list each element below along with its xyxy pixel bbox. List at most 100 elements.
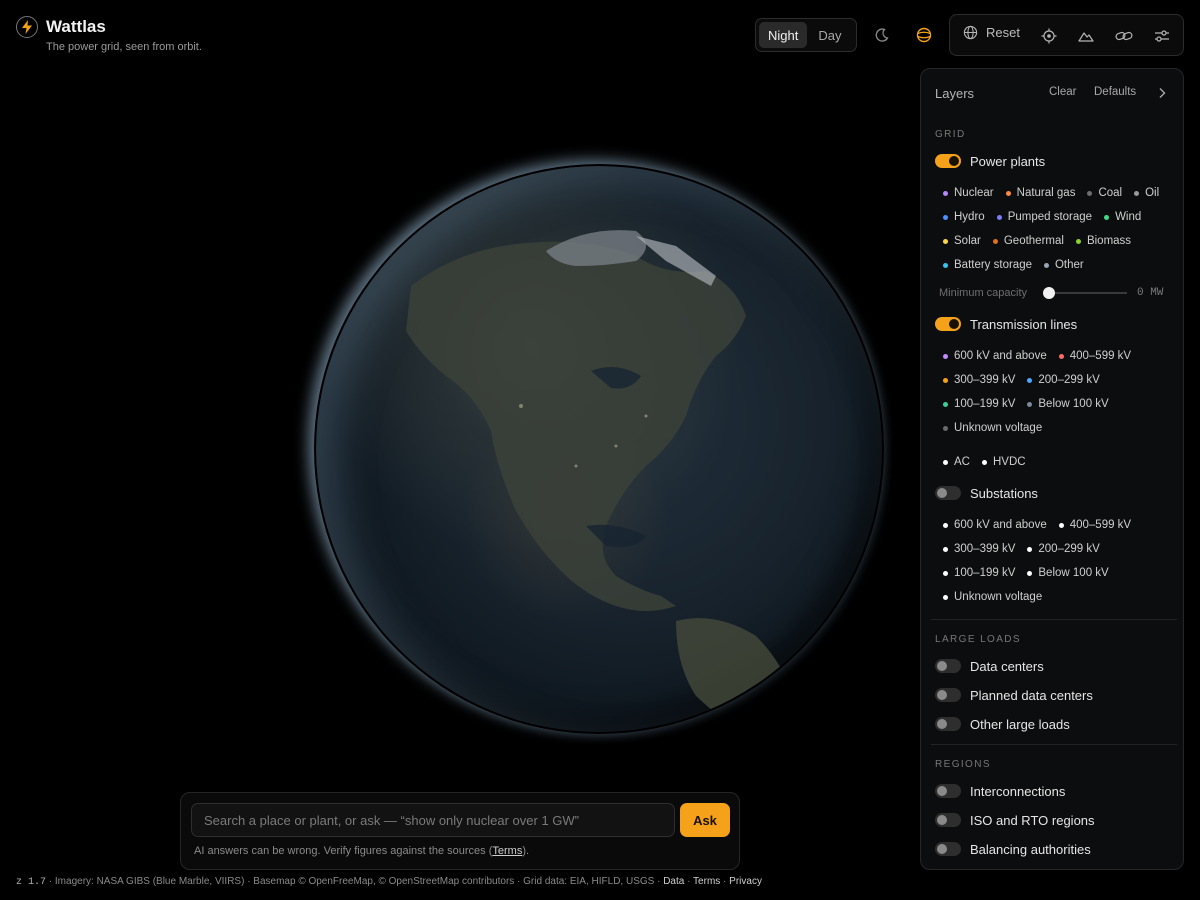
line-voltage-unknown-voltage[interactable]: Unknown voltage bbox=[943, 416, 1042, 440]
switch[interactable] bbox=[935, 317, 961, 331]
legend-dot bbox=[943, 522, 948, 528]
toggle-planned-data-centers[interactable]: Planned data centers bbox=[935, 686, 1173, 704]
link-icon[interactable] bbox=[1113, 25, 1135, 47]
switch[interactable] bbox=[935, 842, 961, 856]
locate-icon[interactable] bbox=[1038, 25, 1060, 47]
large-loads-list: Data centers Planned data centers Other la… bbox=[935, 657, 1173, 733]
min-capacity-slider[interactable] bbox=[1043, 287, 1127, 299]
reset-button[interactable]: Reset bbox=[963, 25, 1020, 40]
defaults-button[interactable]: Defaults bbox=[1094, 86, 1136, 98]
transmission-type-legend: AC HVDC bbox=[935, 450, 1173, 474]
plant-type-solar[interactable]: Solar bbox=[943, 229, 981, 253]
plant-type-natural-gas[interactable]: Natural gas bbox=[1005, 181, 1075, 205]
toggle-label: ISO and RTO regions bbox=[970, 812, 1095, 828]
slider-thumb[interactable] bbox=[1043, 287, 1055, 299]
substation-voltage-400-599-kv[interactable]: 400–599 kV bbox=[1058, 513, 1132, 537]
legend-dot bbox=[943, 401, 948, 407]
chevron-right-icon[interactable] bbox=[1153, 84, 1171, 102]
legend-label: 200–299 kV bbox=[1038, 543, 1100, 555]
toggle-power-plants[interactable]: Power plants bbox=[935, 152, 1173, 170]
legend-dot bbox=[992, 238, 998, 244]
ask-button[interactable]: Ask bbox=[680, 803, 730, 837]
switch[interactable] bbox=[935, 659, 961, 673]
legend-label: Coal bbox=[1098, 187, 1123, 199]
legend-label: 400–599 kV bbox=[1069, 519, 1132, 531]
plant-type-biomass[interactable]: Biomass bbox=[1075, 229, 1132, 253]
switch[interactable] bbox=[935, 784, 961, 798]
plant-type-other[interactable]: Other bbox=[1043, 253, 1084, 277]
legend-label: Wind bbox=[1115, 211, 1142, 223]
plant-type-battery-storage[interactable]: Battery storage bbox=[943, 253, 1032, 277]
substation-voltage-unknown-voltage[interactable]: Unknown voltage bbox=[943, 585, 1042, 609]
toggle-data-centers[interactable]: Data centers bbox=[935, 657, 1173, 675]
switch[interactable] bbox=[935, 813, 961, 827]
search-input[interactable] bbox=[191, 803, 675, 837]
switch[interactable] bbox=[935, 717, 961, 731]
plant-type-hydro[interactable]: Hydro bbox=[943, 205, 985, 229]
globe-map[interactable] bbox=[316, 166, 882, 732]
reset-label: Reset bbox=[986, 25, 1020, 40]
line-type-ac[interactable]: AC bbox=[943, 450, 970, 474]
toggle-interconnections[interactable]: Interconnections bbox=[935, 782, 1173, 800]
attribution-footer: z 1.7 · Imagery: NASA GIBS (Blue Marble,… bbox=[16, 876, 762, 888]
toggle-other-large-loads[interactable]: Other large loads bbox=[935, 715, 1173, 733]
line-voltage-300-399-kv[interactable]: 300–399 kV bbox=[943, 368, 1015, 392]
line-voltage-100-199-kv[interactable]: 100–199 kV bbox=[943, 392, 1015, 416]
regions-list: Interconnections ISO and RTO regions Balan… bbox=[935, 782, 1173, 858]
moon-icon[interactable] bbox=[867, 20, 897, 50]
plant-type-wind[interactable]: Wind bbox=[1104, 205, 1141, 229]
legend-label: Geothermal bbox=[1003, 235, 1064, 247]
legend-dot bbox=[943, 425, 948, 431]
footer-terms-link[interactable]: Terms bbox=[693, 876, 720, 887]
clear-button[interactable]: Clear bbox=[1049, 86, 1076, 98]
switch[interactable] bbox=[935, 486, 961, 500]
legend-dot bbox=[1087, 190, 1093, 196]
toggle-balancing-authorities[interactable]: Balancing authorities bbox=[935, 840, 1173, 858]
divider bbox=[931, 619, 1177, 620]
terms-link[interactable]: Terms bbox=[492, 845, 522, 857]
plant-type-coal[interactable]: Coal bbox=[1087, 181, 1122, 205]
legend-label: Hydro bbox=[954, 211, 985, 223]
substations-label: Substations bbox=[970, 485, 1038, 501]
substation-voltage-100-199-kv[interactable]: 100–199 kV bbox=[943, 561, 1015, 585]
legend-dot bbox=[1005, 190, 1011, 196]
privacy-link[interactable]: Privacy bbox=[729, 876, 762, 887]
legend-dot bbox=[943, 594, 948, 600]
legend-dot bbox=[1027, 570, 1033, 576]
substation-voltage-600-kv-and-above[interactable]: 600 kV and above bbox=[943, 513, 1047, 537]
line-voltage-200-299-kv[interactable]: 200–299 kV bbox=[1027, 368, 1100, 392]
transmission-voltage-legend: 600 kV and above 400–599 kV 300–399 kV 200–… bbox=[935, 344, 1173, 440]
line-voltage-below-100-kv[interactable]: Below 100 kV bbox=[1027, 392, 1109, 416]
data-link[interactable]: Data bbox=[663, 876, 684, 887]
switch[interactable] bbox=[935, 154, 961, 168]
legend-label: AC bbox=[954, 456, 970, 468]
line-type-hvdc[interactable]: HVDC bbox=[981, 450, 1026, 474]
zoom-level: z 1.7 bbox=[16, 877, 47, 888]
legend-label: 100–199 kV bbox=[954, 567, 1016, 579]
line-voltage-600-kv-and-above[interactable]: 600 kV and above bbox=[943, 344, 1047, 368]
ask-panel: Ask AI answers can be wrong. Verify figu… bbox=[180, 792, 740, 870]
plant-type-geothermal[interactable]: Geothermal bbox=[992, 229, 1064, 253]
night-button[interactable]: Night bbox=[759, 22, 808, 48]
terrain-icon[interactable] bbox=[1075, 25, 1097, 47]
day-button[interactable]: Day bbox=[809, 22, 850, 48]
globe-view-icon[interactable] bbox=[909, 20, 939, 50]
layers-header: Layers Clear Defaults bbox=[921, 69, 1183, 117]
toggle-transmission-lines[interactable]: Transmission lines bbox=[935, 315, 1173, 333]
substation-voltage-200-299-kv[interactable]: 200–299 kV bbox=[1027, 537, 1100, 561]
plant-type-nuclear[interactable]: Nuclear bbox=[943, 181, 994, 205]
sliders-icon[interactable] bbox=[1151, 25, 1173, 47]
plant-type-oil[interactable]: Oil bbox=[1134, 181, 1159, 205]
attribution-text: · Imagery: NASA GIBS (Blue Marble, VIIRS… bbox=[46, 876, 664, 887]
disclaimer-end: ). bbox=[522, 845, 530, 857]
divider bbox=[931, 744, 1177, 745]
legend-label: Unknown voltage bbox=[954, 591, 1043, 603]
toggle-iso-and-rto-regions[interactable]: ISO and RTO regions bbox=[935, 811, 1173, 829]
substation-voltage-300-399-kv[interactable]: 300–399 kV bbox=[943, 537, 1015, 561]
plant-type-pumped-storage[interactable]: Pumped storage bbox=[996, 205, 1092, 229]
toggle-substations[interactable]: Substations bbox=[935, 484, 1173, 502]
switch[interactable] bbox=[935, 688, 961, 702]
substation-voltage-below-100-kv[interactable]: Below 100 kV bbox=[1027, 561, 1109, 585]
legend-label: Biomass bbox=[1086, 235, 1132, 247]
line-voltage-400-599-kv[interactable]: 400–599 kV bbox=[1058, 344, 1131, 368]
